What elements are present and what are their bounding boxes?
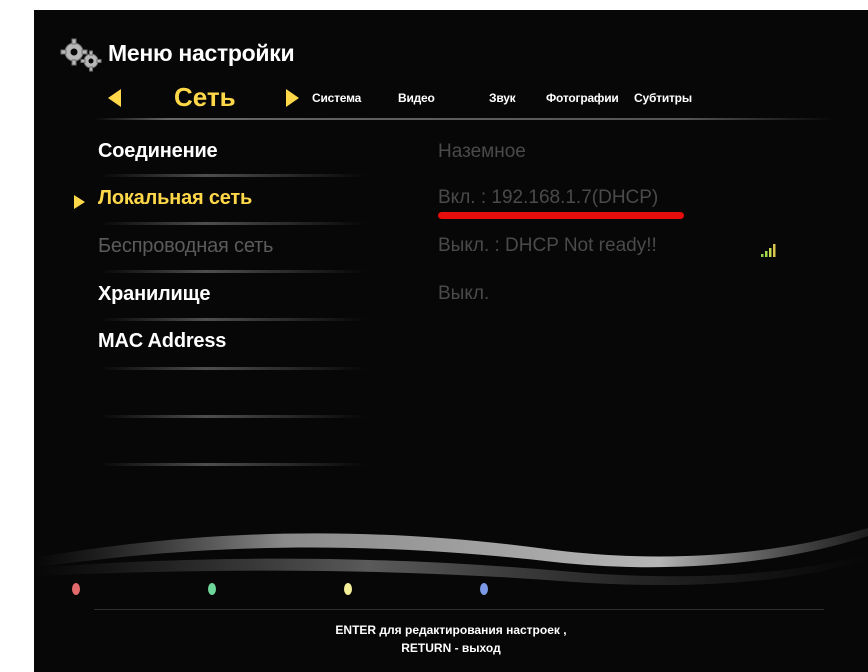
tab-next-arrow-icon[interactable]: [286, 89, 299, 107]
red-button-icon[interactable]: [72, 583, 80, 595]
red-highlight-underline: [438, 212, 684, 219]
footer-divider: [94, 609, 824, 610]
tab-prev-arrow-icon[interactable]: [108, 89, 121, 107]
menu-item-mac-address[interactable]: MAC Address: [98, 330, 226, 353]
row-divider: [100, 174, 366, 177]
row-divider: [100, 270, 366, 273]
tab-network[interactable]: Сеть: [174, 82, 236, 113]
storage-value: Выкл.: [438, 283, 490, 304]
connection-value: Наземное: [438, 141, 526, 162]
tab-audio[interactable]: Звук: [489, 91, 516, 105]
decorative-swoosh: [34, 528, 868, 586]
row-divider: [100, 415, 366, 418]
footer-hint-return: RETURN - выход: [401, 641, 501, 655]
row-divider: [100, 318, 366, 321]
tab-video[interactable]: Видео: [398, 91, 435, 105]
yellow-button-icon[interactable]: [344, 583, 352, 595]
settings-screen: Меню настройки Сеть Система Видео Звук Ф…: [34, 10, 868, 672]
row-divider: [100, 463, 366, 466]
header-divider: [94, 118, 834, 120]
gears-icon: [60, 38, 102, 72]
menu-item-wireless: Беспроводная сеть: [98, 235, 274, 257]
row-divider: [100, 367, 366, 370]
tab-system[interactable]: Система: [312, 91, 361, 105]
selection-cursor-icon: [74, 195, 85, 209]
lan-value: Вкл. : 192.168.1.7(DHCP): [438, 187, 659, 208]
tab-subtitles[interactable]: Субтитры: [634, 91, 692, 105]
footer-hint-enter: ENTER для редактирования настроек ,: [335, 623, 567, 637]
menu-item-connection[interactable]: Соединение: [98, 140, 218, 163]
wireless-value: Выкл. : DHCP Not ready!!: [438, 235, 657, 256]
row-divider: [100, 222, 366, 225]
menu-item-storage[interactable]: Хранилище: [98, 283, 210, 306]
menu-item-lan[interactable]: Локальная сеть: [98, 187, 252, 210]
tab-photos[interactable]: Фотографии: [546, 91, 619, 105]
page-title: Меню настройки: [108, 40, 295, 66]
wifi-signal-icon: [761, 244, 776, 257]
blue-button-icon[interactable]: [480, 583, 488, 595]
green-button-icon[interactable]: [208, 583, 216, 595]
